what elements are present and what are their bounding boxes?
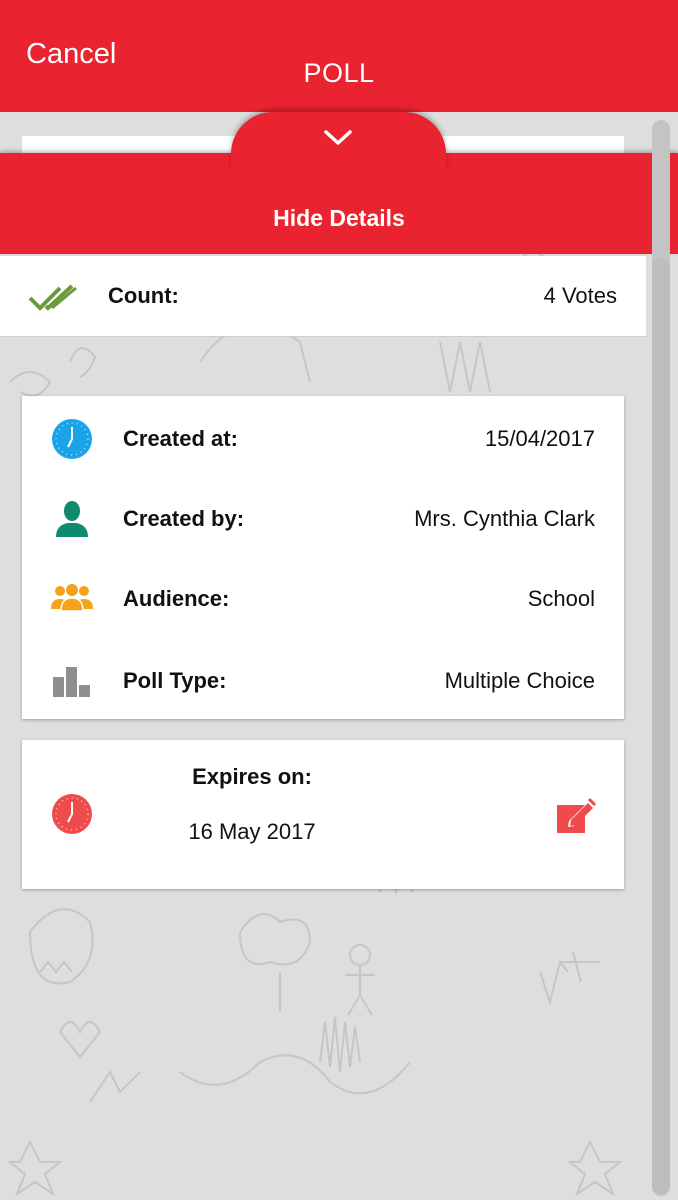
audience-row: Audience: School xyxy=(22,557,624,637)
expires-on-label: Expires on: xyxy=(192,764,312,789)
created-by-row: Created by: Mrs. Cynthia Clark xyxy=(22,477,624,557)
clock-icon xyxy=(52,794,92,834)
poll-type-value: Multiple Choice xyxy=(444,668,595,693)
expiry-card: Expires on: 16 May 2017 xyxy=(22,740,624,889)
created-at-value: 15/04/2017 xyxy=(484,426,595,451)
details-toggle-tab[interactable] xyxy=(231,112,446,172)
audience-label: Audience: xyxy=(123,586,230,611)
page-title: POLL xyxy=(303,58,375,88)
audience-value: School xyxy=(527,586,595,611)
bar-chart-icon xyxy=(53,667,90,697)
created-at-label: Created at: xyxy=(123,426,238,451)
edit-icon[interactable] xyxy=(555,795,597,835)
poll-type-label: Poll Type: xyxy=(123,668,227,693)
created-by-label: Created by: xyxy=(123,506,245,531)
poll-type-row: Poll Type: Multiple Choice xyxy=(22,639,624,719)
double-check-icon xyxy=(28,284,77,311)
app-header: Cancel POLL xyxy=(0,0,678,112)
count-label: Count: xyxy=(108,283,179,308)
person-icon xyxy=(56,501,88,537)
count-row: Count: 4 Votes xyxy=(0,256,646,337)
created-at-row: Created at: 15/04/2017 xyxy=(22,397,624,477)
created-by-value: Mrs. Cynthia Clark xyxy=(414,506,595,531)
chevron-down-icon xyxy=(324,130,352,145)
group-icon xyxy=(51,584,93,612)
clock-icon xyxy=(52,419,92,459)
count-value: 4 Votes xyxy=(543,283,617,308)
expires-on-value: 16 May 2017 xyxy=(188,819,316,844)
hide-details-button[interactable]: Hide Details xyxy=(0,205,678,232)
poll-info-card: Created at: 15/04/2017 Created by: Mrs. … xyxy=(22,396,624,719)
details-scrollbar[interactable] xyxy=(652,258,670,1194)
